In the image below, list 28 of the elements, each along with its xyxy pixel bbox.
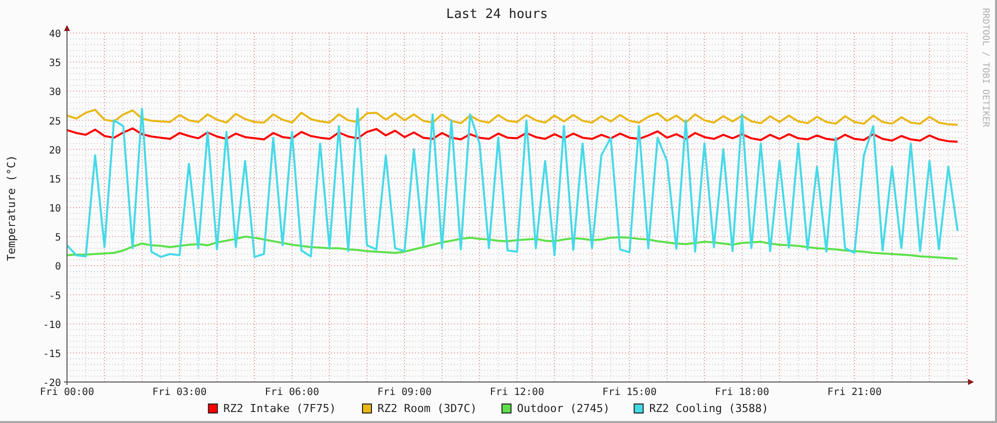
axis-title: Temperature (°C): [5, 155, 18, 261]
tick-label: -5: [48, 290, 61, 302]
tick-label: 20: [48, 145, 61, 156]
tick-label: Fri 18:00: [714, 387, 770, 398]
credit-text: RRDTOOL / TOBI OETIKER: [980, 8, 990, 128]
tick-label: 5: [54, 232, 61, 244]
tick-label: 15: [48, 174, 61, 186]
tick-label: 0: [54, 262, 61, 273]
tick-label: Fri 00:00: [40, 387, 94, 398]
tick-label: Fri 12:00: [490, 387, 544, 398]
tick-label: -10: [42, 320, 61, 331]
legend-label: RZ2 Cooling (3588): [649, 402, 768, 415]
legend-label: RZ2 Room (3D7C): [378, 402, 477, 415]
tick-label: -20: [42, 378, 61, 389]
tick-label: Fri 15:00: [602, 387, 657, 398]
tick-label: 35: [48, 58, 61, 70]
tick-label: Fri 06:00: [264, 387, 320, 398]
tick-label: Fri 21:00: [827, 387, 882, 398]
legend-label: Outdoor (2745): [517, 402, 610, 415]
tick-label: 40: [48, 29, 61, 40]
tick-label: 30: [48, 87, 61, 98]
tick-label: Fri 09:00: [377, 387, 432, 398]
chart-title: Last 24 hours: [446, 7, 548, 22]
tick-label: 10: [48, 204, 61, 214]
tick-label: -15: [42, 348, 61, 360]
legend-label: RZ2 Intake (7F75): [223, 402, 336, 415]
tick-label: Fri 03:00: [152, 387, 207, 398]
tick-label: 25: [48, 116, 61, 128]
